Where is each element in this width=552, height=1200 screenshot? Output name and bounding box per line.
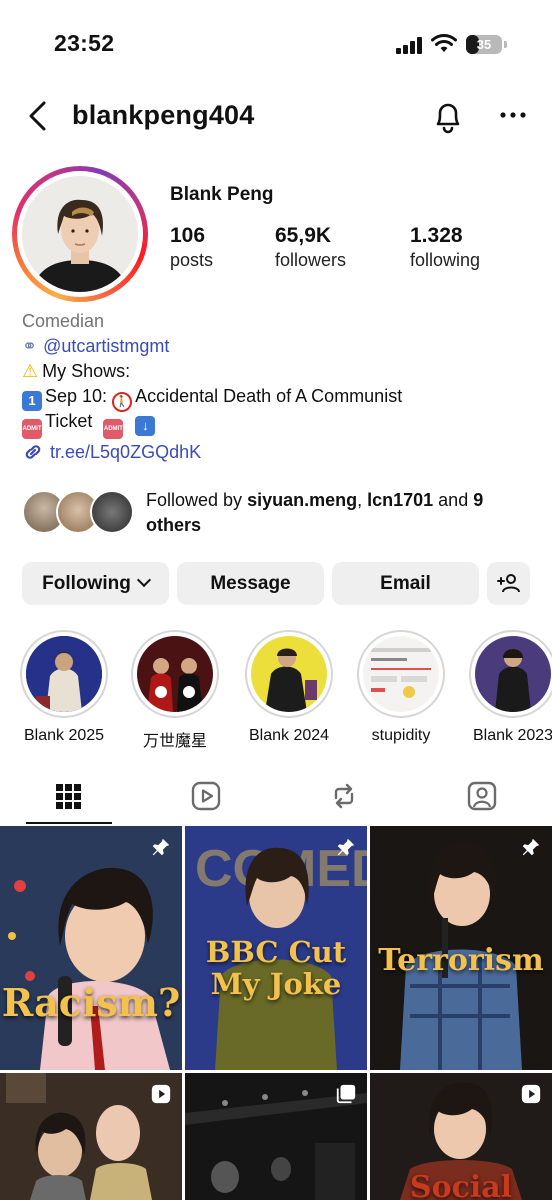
display-name: Blank Peng — [170, 184, 274, 205]
highlight-4[interactable]: stupidity — [355, 630, 447, 745]
following-label: following — [410, 250, 481, 270]
followed-by-sep: , — [357, 490, 368, 510]
highlight-1[interactable]: Blank 2025 — [18, 630, 110, 745]
mutual-user-1[interactable]: siyuan.meng — [247, 490, 357, 510]
stat-followers[interactable]: 65,9K followers — [275, 224, 346, 271]
avatar — [22, 176, 138, 292]
post-caption: Terrorism — [378, 943, 544, 978]
posts-grid: Racism? COMEDY BBC Cut My Joke Terrorism — [0, 826, 552, 1200]
tagged-icon — [467, 781, 497, 811]
following-label: Following — [42, 573, 131, 594]
message-button[interactable]: Message — [177, 562, 324, 605]
warning-icon: ⚠ — [22, 361, 39, 382]
link-icon — [25, 445, 41, 459]
highlight-cover-3 — [251, 636, 327, 712]
status-time: 23:52 — [54, 30, 115, 56]
post-caption: Racism? — [1, 980, 181, 1025]
email-button[interactable]: Email — [332, 562, 479, 605]
followed-by-prefix: Followed by — [146, 490, 248, 510]
active-tab-indicator — [26, 822, 112, 824]
highlight-cover-2 — [137, 636, 213, 712]
profile-username: blankpeng404 — [72, 100, 255, 130]
followed-by-and: and — [433, 490, 474, 510]
bio-link[interactable]: tr.ee/L5q0ZGQdhK — [50, 442, 201, 462]
post-tile[interactable]: Terrorism — [370, 826, 552, 1070]
chevron-down-icon — [136, 572, 151, 588]
highlight-2[interactable]: 万世魔星 — [129, 630, 221, 751]
back-arrow-icon[interactable] — [22, 98, 56, 134]
ticket-label: Ticket — [45, 411, 93, 431]
keycap-one-icon: 1 — [22, 391, 42, 411]
post-tile[interactable]: Social — [370, 1073, 552, 1200]
highlight-cover-1 — [26, 636, 102, 712]
notification-bell-icon[interactable] — [430, 96, 466, 136]
status-bar: 23:52 35 — [0, 0, 552, 90]
highlight-3[interactable]: Blank 2024 — [243, 630, 335, 745]
posts-count: 106 — [170, 224, 206, 247]
post-tile[interactable] — [0, 1073, 182, 1200]
grid-icon — [56, 784, 81, 809]
ring-icon: ⚭ — [22, 336, 38, 357]
add-person-icon — [496, 574, 520, 593]
stat-following[interactable]: 1.328 following — [410, 224, 480, 271]
bio: Comedian ⚭ @utcartistmgmt ⚠ My Shows: 1 Sep… — [22, 309, 542, 465]
tab-tagged[interactable] — [414, 770, 552, 824]
wifi-icon — [431, 34, 457, 52]
followers-label: followers — [275, 250, 347, 270]
mention-link[interactable]: @utcartistmgmt — [43, 336, 169, 356]
highlight-label-1: Blank 2025 — [23, 727, 105, 744]
stat-posts[interactable]: 106 posts — [170, 224, 213, 271]
story-ring[interactable] — [12, 166, 148, 302]
pin-icon — [337, 838, 355, 856]
highlight-label-2: 万世魔星 — [142, 733, 207, 750]
post-caption: Social — [409, 1170, 513, 1200]
post-caption: BBC Cut My Joke — [205, 935, 347, 1001]
more-options-icon[interactable] — [496, 100, 530, 130]
highlight-label-3: Blank 2024 — [248, 727, 330, 744]
suggest-people-button[interactable] — [487, 562, 530, 605]
highlight-label-4: stupidity — [371, 727, 431, 744]
reel-icon — [521, 1084, 541, 1104]
reel-icon — [151, 1084, 171, 1104]
cellular-signal-icon — [396, 36, 422, 54]
ticket-icon: ADMIT — [22, 419, 42, 439]
highlight-label-5: Blank 2023 — [472, 727, 552, 744]
post-tile[interactable]: Racism? — [0, 826, 182, 1070]
following-count: 1.328 — [410, 224, 463, 247]
followers-count: 65,9K — [275, 224, 332, 247]
email-label: Email — [380, 573, 431, 594]
pin-icon — [522, 838, 540, 856]
highlight-cover-4 — [363, 636, 439, 712]
posts-label: posts — [170, 250, 214, 270]
highlight-cover-5 — [475, 636, 551, 712]
post-tile[interactable] — [185, 1073, 367, 1200]
tab-reposts[interactable] — [276, 770, 414, 824]
battery-icon: 35 — [466, 35, 502, 54]
top-nav: blankpeng404 — [0, 90, 552, 144]
battery-level: 35 — [476, 37, 492, 52]
show-title: Accidental Death of A Communist — [135, 386, 403, 406]
highlight-5[interactable]: Blank 2023 — [467, 630, 552, 745]
down-arrow-icon: ↓ — [135, 416, 156, 436]
post-thumbnail — [0, 826, 182, 1070]
pin-icon — [152, 838, 170, 856]
carousel-icon — [336, 1084, 356, 1104]
show-date: Sep 10: — [45, 386, 113, 406]
message-label: Message — [210, 573, 291, 594]
followed-by-text[interactable]: Followed by siyuan.meng, lcn1701 and 9 o… — [146, 488, 536, 538]
mutual-user-2[interactable]: lcn1701 — [367, 490, 433, 510]
tab-reels[interactable] — [138, 770, 276, 824]
battery-tip — [504, 41, 507, 48]
following-button[interactable]: Following — [22, 562, 169, 605]
profile-tabs — [0, 770, 552, 826]
mutual-followers-avatars[interactable] — [22, 490, 138, 536]
mutual-avatar-3 — [90, 490, 134, 534]
ticket-icon-2: ADMIT — [103, 419, 124, 439]
bio-category: Comedian — [22, 311, 105, 331]
reposts-icon — [334, 783, 354, 809]
shows-heading: My Shows: — [42, 361, 131, 381]
tab-grid[interactable] — [0, 770, 138, 824]
post-tile[interactable]: COMEDY BBC Cut My Joke — [185, 826, 367, 1070]
reels-icon — [191, 781, 221, 811]
